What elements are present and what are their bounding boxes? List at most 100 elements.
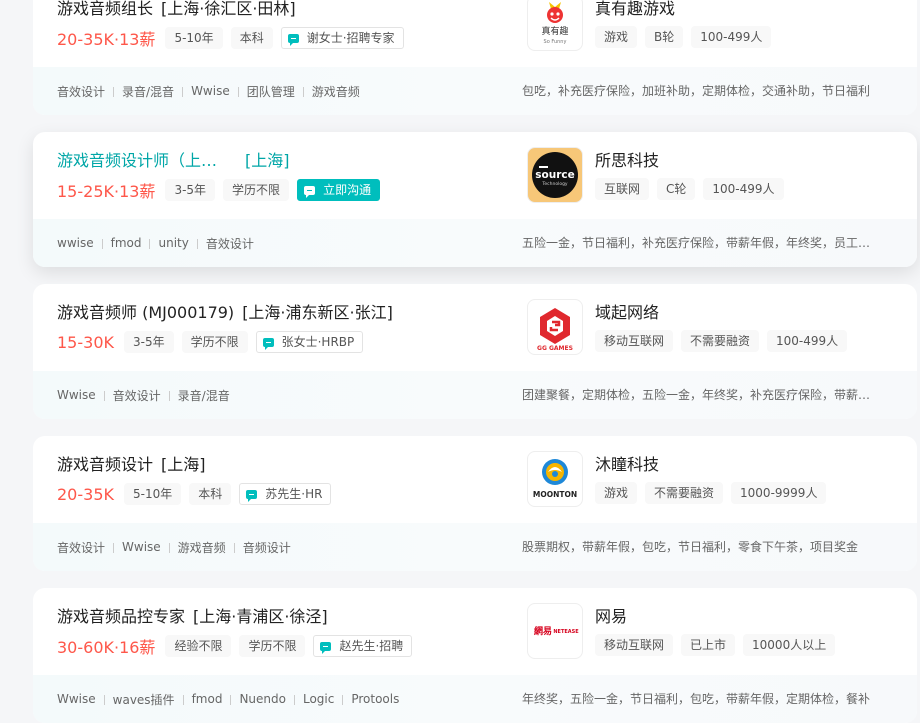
job-title[interactable]: 游戏音频品控专家 [57, 607, 185, 626]
skill-tag: Wwise [174, 84, 230, 98]
skill-tag: 游戏音频 [161, 539, 226, 556]
recruiter-chat-button[interactable]: 苏先生·HR [239, 483, 332, 505]
skill-tag: Wwise [57, 388, 96, 402]
logo-subtext: NETEASE [553, 629, 579, 635]
company-logo[interactable]: source Technology [527, 147, 583, 203]
salary: 20-35K·13薪 [57, 30, 156, 49]
company-info[interactable]: 真有趣 So Funny 真有趣游戏 游戏 B轮 100-499人 [527, 0, 907, 55]
skill-tag: Logic [286, 692, 334, 706]
company-info[interactable]: source Technology 所思科技 互联网 C轮 100-499人 [527, 147, 907, 207]
recruiter-chat-button[interactable]: 赵先生·招聘 [313, 635, 413, 657]
recruiter-label: 赵先生·招聘 [339, 639, 404, 653]
logo-text: 真有趣 [541, 25, 568, 37]
company-tags: 互联网 C轮 100-499人 [595, 178, 792, 200]
logo-text: MOONTON [533, 490, 577, 499]
job-title[interactable]: 游戏音频设计 [57, 455, 153, 474]
job-title[interactable]: 游戏音频组长 [57, 0, 153, 18]
company-size: 100-499人 [703, 178, 784, 200]
job-card[interactable]: 游戏音频师 (MJ000179) [上海·浦东新区·张江] 15-30K 3-5年… [33, 284, 917, 419]
skill-tag: Protools [334, 692, 399, 706]
company-size: 100-499人 [767, 330, 848, 352]
welfare-text: 股票期权，带薪年假，包吃，节日福利，零食下午茶，项目奖金 [522, 540, 859, 554]
logo-text: 網易 [534, 625, 552, 637]
chat-icon [304, 185, 316, 198]
skill-tag: 音效设计 [96, 387, 161, 404]
job-footer: Wwise 音效设计 录音/混音 团建聚餐，定期体检，五险一金，年终奖，补充医疗… [33, 371, 917, 419]
skill-tag: 录音/混音 [105, 83, 174, 100]
company-logo[interactable]: 真有趣 So Funny [527, 0, 583, 51]
degree-tag: 学历不限 [181, 331, 248, 353]
recruiter-chat-button[interactable]: 张女士·HRBP [255, 331, 364, 353]
job-title-row[interactable]: 游戏音频师 (MJ000179) [上海·浦东新区·张江] [57, 299, 393, 323]
job-card[interactable]: 游戏音频组长 [上海·徐汇区·田林] 20-35K·13薪 5-10年 本科 谢女… [33, 0, 917, 115]
company-info[interactable]: 網易 NETEASE 网易 移动互联网 已上市 10000人以上 [527, 603, 907, 663]
skill-tag: unity [141, 236, 188, 250]
recruiter-chat-button[interactable]: 谢女士·招聘专家 [280, 27, 404, 49]
welfare-text: 团建聚餐，定期体检，五险一金，年终奖，补充医疗保险，带薪年假 [522, 388, 876, 402]
experience-tag: 3-5年 [123, 331, 174, 353]
skill-tag: 录音/混音 [161, 387, 230, 404]
company-name[interactable]: 网易 [595, 603, 627, 627]
skill-list: 音效设计 Wwise 游戏音频 音频设计 [57, 523, 291, 571]
skill-list: wwise fmod unity 音效设计 [57, 219, 254, 267]
company-logo[interactable]: GG GAMES [527, 299, 583, 355]
logo-subtext: Technology [541, 181, 568, 187]
job-title-row[interactable]: 游戏音频组长 [上海·徐汇区·田林] [57, 0, 296, 19]
company-stage: 不需要融资 [645, 482, 724, 504]
company-name[interactable]: 域起网络 [595, 299, 659, 323]
skill-tag: Wwise [105, 540, 161, 554]
company-logo[interactable]: 網易 NETEASE [527, 603, 583, 659]
company-size: 100-499人 [691, 26, 772, 48]
job-card[interactable]: 游戏音频设计 [上海] 20-35K 5-10年 本科 苏先生·HR MOONTO… [33, 436, 917, 571]
company-size: 10000人以上 [743, 634, 836, 656]
degree-tag: 本科 [189, 483, 232, 505]
job-title-row[interactable]: 游戏音频设计 [上海] [57, 451, 206, 475]
job-card[interactable]: 游戏音频设计师（上海） [上海] 15-25K·13薪 3-5年 学历不限 立即沟… [33, 132, 917, 267]
skill-tag: 音效设计 [189, 235, 254, 252]
job-info: 15-25K·13薪 3-5年 学历不限 立即沟通 [57, 178, 381, 202]
company-industry: 游戏 [595, 26, 638, 48]
skill-tag: Nuendo [222, 692, 286, 706]
company-logo[interactable]: MOONTON [527, 451, 583, 507]
recruiter-label: 谢女士·招聘专家 [306, 31, 395, 45]
job-title[interactable]: 游戏音频设计师（上海） [57, 147, 229, 171]
company-name[interactable]: 所思科技 [595, 147, 659, 171]
skill-tag: waves插件 [96, 691, 175, 708]
job-card[interactable]: 游戏音频品控专家 [上海·青浦区·徐泾] 30-60K·16薪 经验不限 学历不限… [33, 588, 917, 723]
chat-now-button[interactable]: 立即沟通 [297, 179, 381, 201]
chat-now-label: 立即沟通 [323, 183, 372, 197]
company-tags: 游戏 B轮 100-499人 [595, 26, 779, 48]
company-info[interactable]: GG GAMES 域起网络 移动互联网 不需要融资 100-499人 [527, 299, 907, 359]
skill-tag: fmod [94, 236, 142, 250]
job-footer: wwise fmod unity 音效设计 五险一金，节日福利，补充医疗保险，带… [33, 219, 917, 267]
salary: 15-25K·13薪 [57, 182, 156, 201]
degree-tag: 学历不限 [223, 179, 290, 201]
skill-tag: fmod [175, 692, 223, 706]
job-title-row[interactable]: 游戏音频设计师（上海） [上海] [57, 147, 290, 171]
company-stage: 不需要融资 [681, 330, 760, 352]
skill-tag: Wwise [57, 692, 96, 706]
company-name[interactable]: 沐瞳科技 [595, 451, 659, 475]
welfare-text: 包吃，补充医疗保险，加班补助，定期体检，交通补助，节日福利 [522, 84, 871, 98]
company-name[interactable]: 真有趣游戏 [595, 0, 675, 19]
job-info: 20-35K·13薪 5-10年 本科 谢女士·招聘专家 [57, 26, 404, 50]
job-footer: 音效设计 录音/混音 Wwise 团队管理 游戏音频 包吃，补充医疗保险，加班补… [33, 67, 917, 115]
company-info[interactable]: MOONTON 沐瞳科技 游戏 不需要融资 1000-9999人 [527, 451, 907, 511]
job-title[interactable]: 游戏音频师 (MJ000179) [57, 303, 234, 322]
logo-text: source [535, 169, 574, 181]
salary: 30-60K·16薪 [57, 638, 156, 657]
recruiter-label: 苏先生·HR [265, 487, 323, 501]
chat-icon [262, 337, 274, 350]
job-location: [上海·浦东新区·张江] [242, 303, 393, 322]
experience-tag: 经验不限 [165, 635, 232, 657]
company-stage: C轮 [657, 178, 696, 200]
job-title-row[interactable]: 游戏音频品控专家 [上海·青浦区·徐泾] [57, 603, 328, 627]
skill-tag: 音频设计 [226, 539, 291, 556]
logo-subtext: So Funny [544, 39, 567, 45]
experience-tag: 5-10年 [165, 27, 223, 49]
job-location: [上海] [245, 151, 290, 170]
degree-tag: 学历不限 [239, 635, 306, 657]
company-stage: 已上市 [681, 634, 736, 656]
salary: 15-30K [57, 332, 114, 352]
skill-tag: wwise [57, 236, 94, 250]
